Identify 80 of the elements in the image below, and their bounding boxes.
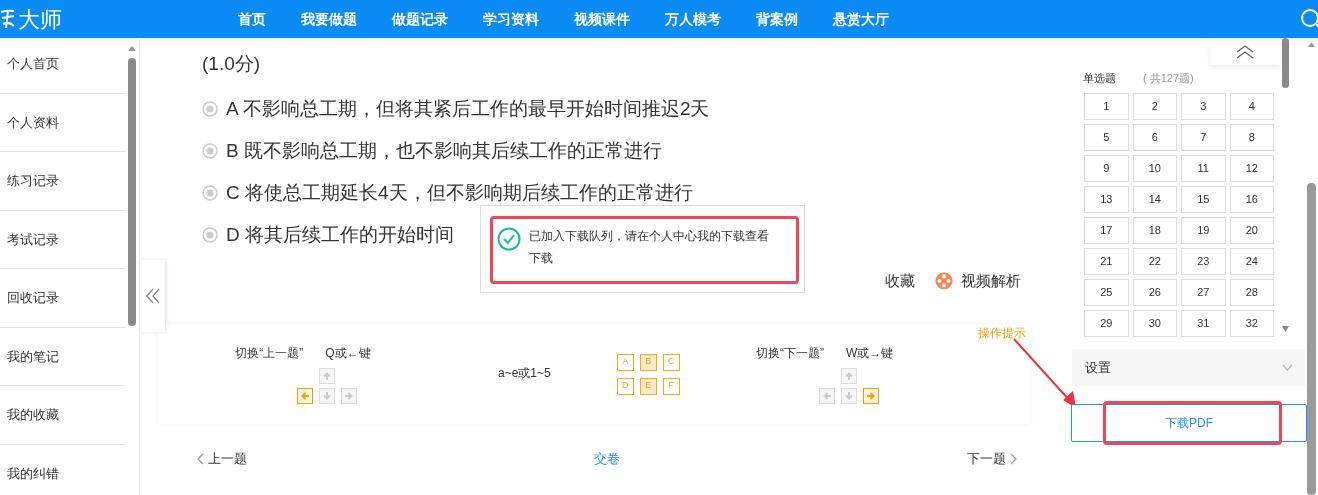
favorite-link[interactable]: 收藏 [885, 269, 915, 293]
question-number-cell[interactable]: 7 [1181, 124, 1226, 151]
option-text[interactable]: A 不影响总工期，但将其紧后工作的最早开始时间推迟2天 [226, 94, 710, 124]
question-number-cell[interactable]: 13 [1084, 186, 1129, 213]
question-number-cell[interactable]: 31 [1181, 310, 1226, 337]
question-number-cell[interactable]: 20 [1229, 217, 1274, 244]
search-icon[interactable] [1300, 8, 1318, 30]
radio-button[interactable] [202, 143, 218, 159]
question-number-cell[interactable]: 30 [1132, 310, 1177, 337]
film-reel-icon [935, 272, 953, 290]
letter-key: A [616, 353, 634, 371]
sidebar-item[interactable]: 我的笔记 [0, 327, 126, 386]
question-number-cell[interactable]: 1 [1084, 93, 1129, 120]
hint-label: 操作提示 [978, 325, 1026, 342]
question-number-cell[interactable]: 26 [1132, 279, 1177, 306]
question-number-cell[interactable]: 10 [1132, 155, 1177, 182]
question-number-cell[interactable]: 4 [1229, 93, 1274, 120]
question-number-cell[interactable]: 14 [1132, 186, 1177, 213]
question-number-cell[interactable]: 8 [1229, 124, 1274, 151]
question-number-cell[interactable]: 32 [1229, 310, 1274, 337]
question-number-cell[interactable]: 19 [1181, 217, 1226, 244]
question-number-cell[interactable]: 18 [1132, 217, 1177, 244]
shortcut-hint: a~e或1~5 [498, 365, 551, 382]
check-circle-icon [497, 227, 521, 251]
double-up-chevron-icon [1236, 44, 1254, 59]
next-question-link[interactable]: 下一题 [967, 449, 1017, 469]
sidebar-item[interactable]: 我的收藏 [0, 386, 126, 445]
sidebar-item[interactable]: 我的纠错 [0, 444, 126, 495]
section-title: 单选题 [1083, 71, 1116, 86]
question-number-cell[interactable]: 12 [1229, 155, 1274, 182]
option-text[interactable]: D 将其后续工作的开始时间 [226, 220, 454, 250]
letter-key: E [639, 377, 657, 395]
settings-bar[interactable]: 设置 [1072, 349, 1305, 386]
sidebar-item[interactable]: 个人首页 [0, 35, 126, 94]
shortcut-keys: Q或←键 [325, 344, 371, 362]
double-left-chevron-icon [145, 288, 160, 304]
toast-message: 已加入下载队列，请在个人中心我的下载查看 下载 [529, 229, 769, 266]
question-number-cell[interactable]: 17 [1084, 217, 1129, 244]
question-number-cell[interactable]: 2 [1132, 93, 1177, 120]
question-score: (1.0分) [202, 52, 262, 76]
sidebar-item[interactable]: 考试记录 [0, 210, 126, 269]
question-number-cell[interactable]: 16 [1229, 186, 1274, 213]
video-analysis-link[interactable]: 视频解析 [961, 269, 1021, 293]
shortcut-label: 切换“下一题” [756, 345, 825, 362]
question-number-cell[interactable]: 28 [1229, 279, 1274, 306]
question-number-cell[interactable]: 11 [1181, 155, 1226, 182]
question-number-cell[interactable]: 15 [1181, 186, 1226, 213]
chevron-right-icon [1010, 452, 1017, 465]
brush-stroke-icon [0, 8, 16, 30]
radio-button[interactable] [202, 227, 218, 243]
question-number-cell[interactable]: 29 [1084, 310, 1129, 337]
previous-question-link[interactable]: 上一题 [197, 449, 247, 469]
option-text[interactable]: C 将使总工期延长4天，但不影响期后续工作的正常进行 [226, 178, 693, 208]
letter-key: F [662, 377, 680, 395]
letter-key: D [616, 377, 634, 395]
collapse-panel-button[interactable] [1210, 38, 1280, 65]
letter-key: C [662, 353, 680, 371]
option-text[interactable]: B 既不影响总工期，也不影响其后续工作的正常进行 [226, 136, 662, 166]
sidebar-item[interactable]: 练习记录 [0, 152, 126, 211]
question-number-cell[interactable]: 6 [1132, 124, 1177, 151]
collapse-sidebar-button[interactable] [140, 260, 165, 332]
question-number-cell[interactable]: 22 [1132, 248, 1177, 275]
question-number-cell[interactable]: 21 [1084, 248, 1129, 275]
question-number-cell[interactable]: 27 [1181, 279, 1226, 306]
radio-button[interactable] [202, 185, 218, 201]
question-number-cell[interactable]: 5 [1084, 124, 1129, 151]
radio-button[interactable] [202, 101, 218, 117]
shortcut-label: 切换“上一题” [235, 345, 304, 362]
question-number-cell[interactable]: 23 [1181, 248, 1226, 275]
question-number-cell[interactable]: 24 [1229, 248, 1274, 275]
question-number-cell[interactable]: 3 [1181, 93, 1226, 120]
chevron-down-icon [1282, 364, 1293, 371]
question-count: ( 共127题) [1143, 71, 1194, 86]
shortcut-keys: W或→键 [846, 344, 894, 362]
sidebar-item[interactable]: 回收记录 [0, 269, 126, 328]
question-number-cell[interactable]: 25 [1084, 279, 1129, 306]
chevron-left-icon [197, 452, 204, 465]
sidebar-item[interactable]: 个人资料 [0, 93, 126, 152]
letter-key: B [639, 353, 657, 371]
question-number-cell[interactable]: 9 [1084, 155, 1129, 182]
